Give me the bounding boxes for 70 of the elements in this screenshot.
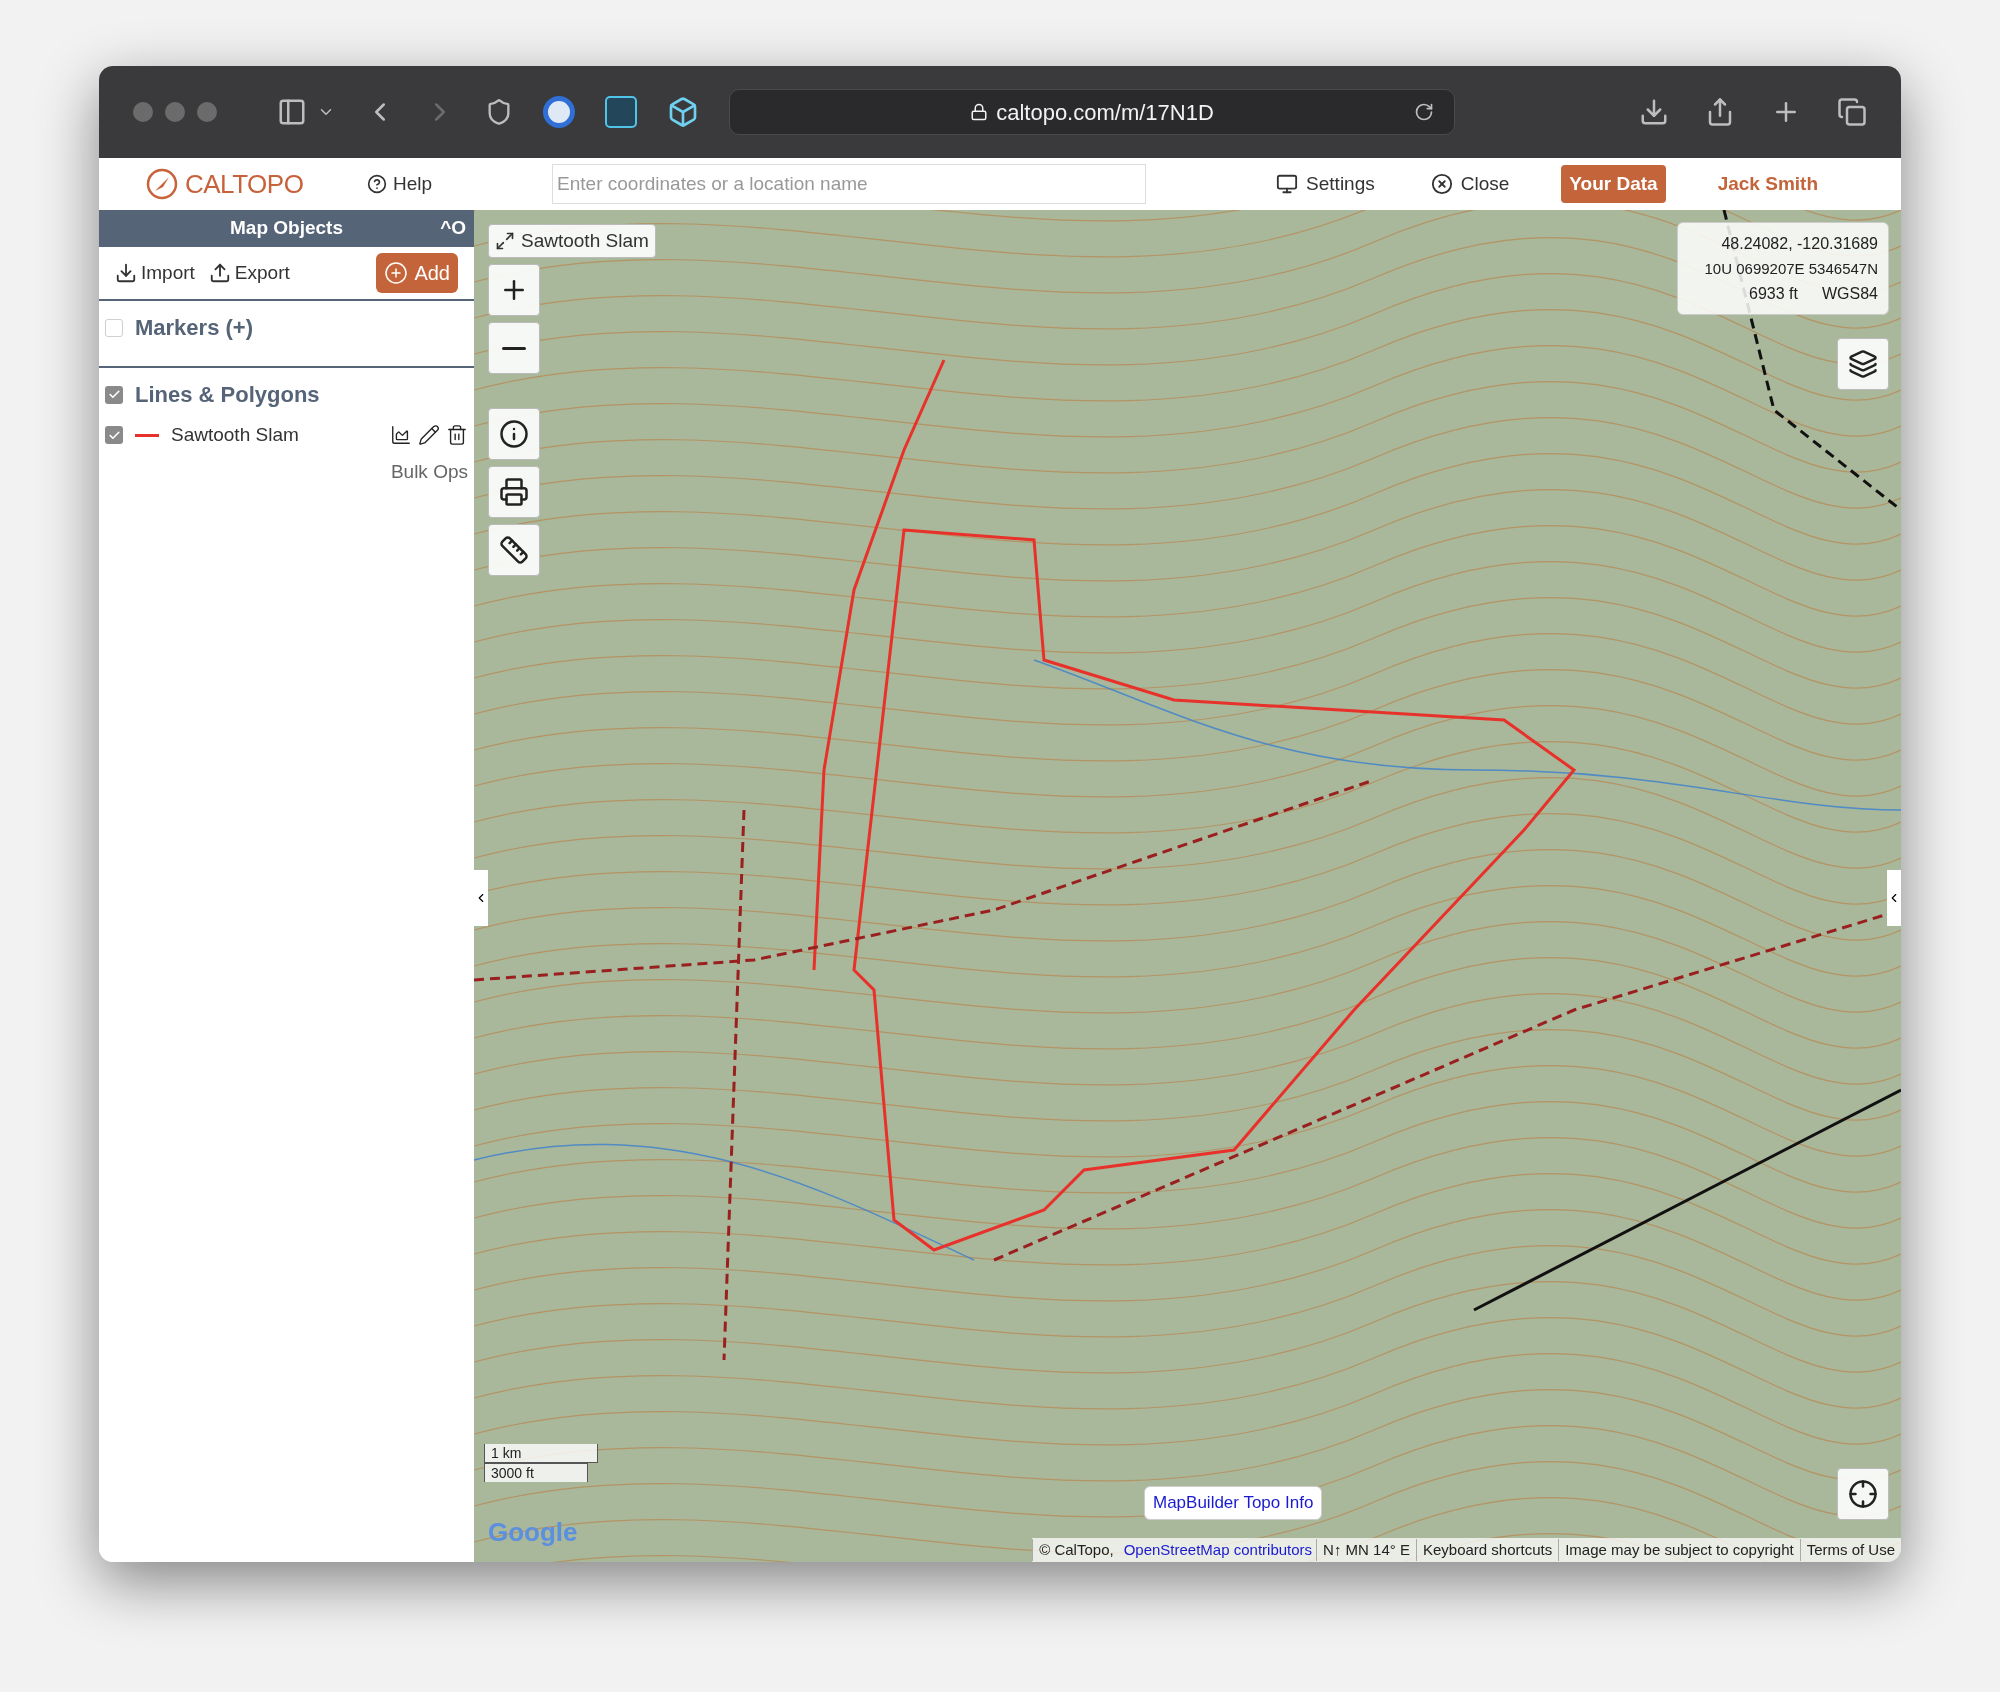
measure-button[interactable] [488, 524, 540, 576]
export-button[interactable]: Export [208, 258, 290, 288]
info-link-button[interactable]: MapBuilder Topo Info [1144, 1486, 1323, 1520]
section-title[interactable]: Lines & Polygons [135, 378, 320, 411]
zoom-in-button[interactable] [488, 264, 540, 316]
user-link[interactable]: Jack Smith [1717, 169, 1818, 199]
help-link[interactable]: Help [367, 169, 433, 199]
minus-icon [502, 346, 526, 350]
datum-text: WGS84 [1822, 284, 1878, 304]
sidebar-icon[interactable] [277, 97, 307, 127]
attribution-text[interactable]: Image may be subject to copyright [1558, 1538, 1800, 1562]
close-button[interactable]: Close [1430, 169, 1510, 199]
collapse-shortcut[interactable]: ^O [440, 214, 466, 243]
attribution-text[interactable]: Keyboard shortcuts [1415, 1538, 1559, 1562]
crosshair-icon [1848, 1479, 1878, 1509]
your-data-button[interactable]: Your Data [1561, 165, 1666, 203]
line-name[interactable]: Sawtooth Slam [171, 421, 299, 450]
download-icon[interactable] [1639, 97, 1669, 127]
check-icon [107, 428, 121, 442]
url-text: caltopo.com/m/17N1D [996, 98, 1214, 127]
layers-button[interactable] [1837, 338, 1889, 390]
info-icon [499, 419, 529, 449]
edit-icon[interactable] [418, 424, 440, 447]
cube-icon[interactable] [667, 96, 699, 128]
google-logo: Google [488, 1516, 578, 1549]
settings-button[interactable]: Settings [1276, 169, 1375, 199]
logo-icon [145, 167, 179, 201]
export-icon [208, 262, 231, 284]
checkbox[interactable] [105, 385, 123, 404]
monitor-icon [1276, 173, 1299, 195]
panel-toggle[interactable] [474, 870, 488, 926]
layers-icon [1848, 349, 1878, 379]
checkbox[interactable] [105, 426, 123, 445]
scale-ft: 3000 ft [484, 1463, 588, 1482]
panel-toggle[interactable] [1887, 870, 1901, 926]
tabs-icon[interactable] [1837, 97, 1867, 127]
attribution-text: © CalTopo, [1032, 1538, 1120, 1562]
print-button[interactable] [488, 466, 540, 518]
checkbox[interactable] [105, 318, 123, 337]
profile-icon[interactable] [390, 424, 412, 447]
attribution-text: N↑ MN 14° E [1316, 1538, 1416, 1562]
lat-lon-text: 48.24082, -120.31689 [1721, 234, 1878, 254]
panel-title: Map Objects [230, 216, 343, 241]
add-button[interactable]: Add [376, 253, 458, 293]
ruler-icon [499, 535, 529, 565]
check-icon [107, 388, 121, 401]
logo-text: CALTOPO [185, 167, 304, 201]
info-button[interactable] [488, 408, 540, 460]
attribution-link[interactable]: OpenStreetMap contributors [1119, 1538, 1317, 1562]
section-title[interactable]: Markers (+) [135, 311, 253, 344]
delete-icon[interactable] [446, 424, 468, 447]
import-icon [115, 262, 137, 284]
zoom-out-button[interactable] [488, 322, 540, 374]
close-icon [1430, 173, 1453, 195]
expand-icon [495, 231, 515, 251]
reload-icon[interactable] [1414, 102, 1434, 122]
bulk-ops-link[interactable]: Bulk Ops [390, 457, 468, 486]
locate-button[interactable] [1837, 1468, 1889, 1520]
map-title-button[interactable]: Sawtooth Slam [488, 224, 656, 258]
import-button[interactable]: Import [115, 258, 195, 288]
plus-circle-icon [384, 261, 409, 285]
scale-km: 1 km [484, 1444, 598, 1463]
location-search-field[interactable]: Enter coordinates or a location name [552, 164, 1147, 204]
help-icon [367, 174, 387, 194]
attribution-text[interactable]: Terms of Use [1799, 1538, 1901, 1562]
address-bar[interactable]: caltopo.com/m/17N1D [729, 89, 1455, 135]
utm-text: 10U 0699207E 5346547N [1704, 259, 1878, 279]
lock-icon [970, 103, 989, 121]
elevation-text: 6933 ft [1749, 284, 1798, 304]
printer-icon [499, 477, 529, 507]
